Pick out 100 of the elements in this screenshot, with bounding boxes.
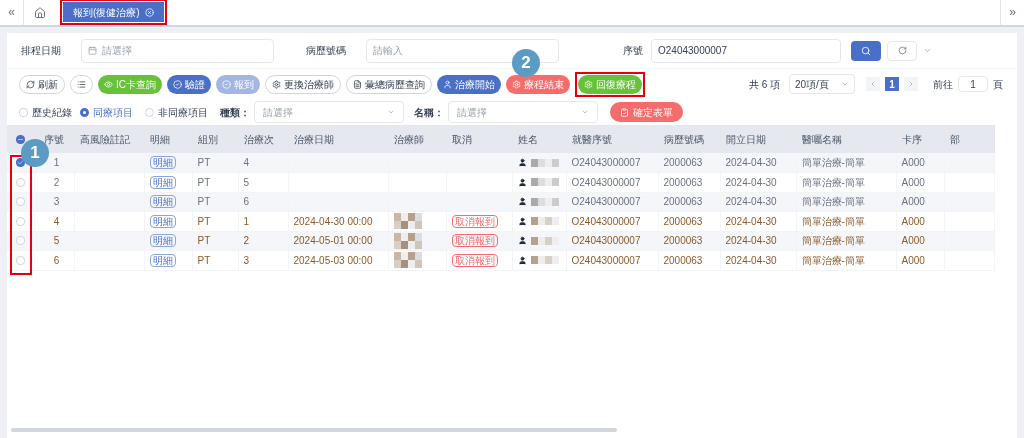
page-button[interactable]: 1 — [885, 77, 899, 91]
checkbox-label: 歷史紀錄 — [32, 105, 72, 120]
table-cell: 2000063 — [663, 196, 703, 208]
chevron-icon[interactable] — [923, 46, 932, 55]
column-header: 治療日期 — [293, 133, 334, 145]
table-cell: 2024-05-03 00:00 — [293, 254, 373, 266]
list-icon — [77, 79, 86, 89]
tab[interactable]: 報到(復健治療) — [63, 2, 164, 22]
search-button[interactable] — [851, 40, 881, 61]
table-cell: 5 — [243, 176, 250, 188]
column-header: 治療次 — [243, 133, 274, 145]
table-cell: 2024-04-30 — [725, 157, 777, 168]
table-cell: 3 — [243, 254, 250, 266]
collapse-button[interactable]: « — [0, 0, 24, 25]
calendar-icon — [88, 46, 97, 55]
cancel-checkin-button[interactable]: 取消報到 — [451, 214, 498, 228]
detail-button[interactable]: 明細 — [149, 253, 176, 267]
table-cell: PT — [197, 157, 211, 168]
table-cell: 2000063 — [663, 176, 703, 188]
table-cell: 簡單治療-簡單 — [801, 196, 865, 208]
blurred-name — [530, 178, 559, 187]
table-cell: 2000063 — [663, 254, 703, 266]
expand-button[interactable]: » — [1000, 0, 1024, 25]
toolbar-button[interactable]: 更換治療師 — [265, 74, 341, 94]
toolbar-button[interactable]: 刷新 — [19, 74, 65, 94]
table-cell: 2024-04-30 — [725, 215, 777, 227]
page-size-select[interactable]: 20項/頁 — [789, 74, 855, 94]
detail-button[interactable]: 明細 — [149, 195, 176, 209]
blurred-name — [530, 256, 559, 265]
refresh-icon — [897, 46, 907, 55]
radio-button[interactable] — [80, 107, 89, 117]
column-header: 治療師 — [393, 133, 424, 145]
gear-icon — [272, 79, 281, 89]
close-icon[interactable] — [144, 7, 154, 17]
table-cell: PT — [197, 176, 211, 188]
table-cell: O24043000007 — [571, 235, 641, 247]
page-input[interactable]: 1 — [958, 76, 988, 92]
table-cell: 2 — [53, 176, 60, 188]
radio-label: 同療項目 — [93, 105, 133, 120]
cancel-checkin-button[interactable]: 取消報到 — [451, 253, 498, 267]
clipboard-icon — [620, 107, 629, 117]
user-icon — [443, 79, 452, 89]
check-icon — [222, 79, 231, 89]
table-cell: 5 — [53, 235, 60, 247]
total-count: 共 6 項 — [748, 77, 780, 92]
toolbar-button[interactable]: 驗證 — [167, 74, 211, 94]
table-cell: 6 — [53, 254, 60, 266]
next-page-button[interactable] — [904, 77, 918, 91]
table-cell: 簡單治療-簡單 — [801, 254, 865, 266]
table-cell: 1 — [243, 215, 250, 227]
document-icon — [353, 79, 362, 89]
toolbar-button[interactable]: 彙總病歷查詢 — [346, 74, 432, 94]
table-cell: 2000063 — [663, 215, 703, 227]
detail-button[interactable]: 明細 — [149, 175, 176, 189]
table-cell: 3 — [53, 196, 60, 208]
field-label: 排程日期 — [21, 44, 62, 58]
field-label: 序號 — [622, 44, 644, 58]
table-cell: O24043000007 — [571, 215, 641, 227]
confirm-form-button[interactable]: 確定表單 — [610, 102, 683, 122]
table-cell: PT — [197, 254, 211, 266]
prev-page-button[interactable] — [866, 77, 880, 91]
type-select[interactable]: 請選擇 — [254, 101, 404, 123]
table-cell: 1 — [53, 157, 60, 168]
table-cell: 2 — [243, 235, 250, 247]
column-header: 明細 — [149, 133, 170, 145]
date-field[interactable]: 請選擇 — [81, 38, 274, 63]
table-cell: 4 — [53, 215, 60, 227]
name-select[interactable]: 請選擇 — [448, 101, 598, 123]
table-cell: O24043000007 — [571, 196, 641, 208]
column-header: 病歷號碼 — [663, 133, 704, 145]
table-cell: O24043000007 — [571, 157, 641, 168]
list-button[interactable] — [70, 74, 93, 94]
chevron-icon — [841, 80, 849, 88]
chevron-right-icon — [907, 80, 915, 88]
reset-button[interactable] — [887, 40, 917, 61]
column-header: 卡序 — [901, 133, 922, 145]
name-label: 名稱： — [414, 105, 444, 120]
input-field[interactable]: O24043000007 — [651, 38, 841, 63]
home-icon[interactable] — [34, 7, 46, 19]
checkbox[interactable] — [19, 107, 28, 117]
toolbar-button[interactable]: 治療開始 — [437, 74, 501, 94]
search-icon — [861, 45, 871, 56]
table-cell: PT — [197, 196, 211, 208]
blurred-name — [530, 158, 559, 167]
table-cell: A000 — [901, 157, 925, 168]
radio-label: 非同療項目 — [158, 105, 208, 120]
table-cell: A000 — [901, 176, 925, 188]
column-header: 就醫序號 — [571, 133, 612, 145]
detail-button[interactable]: 明細 — [149, 156, 176, 169]
blurred-name — [530, 236, 559, 245]
person-icon — [517, 177, 527, 187]
table-cell: A000 — [901, 254, 925, 266]
table-cell: 2024-04-30 00:00 — [293, 215, 373, 227]
table-cell: PT — [197, 235, 211, 247]
toolbar-button[interactable]: 療程結束 — [506, 74, 570, 94]
cancel-checkin-button[interactable]: 取消報到 — [451, 234, 498, 248]
detail-button[interactable]: 明細 — [149, 214, 176, 228]
select-all-checkbox[interactable] — [15, 134, 25, 144]
detail-button[interactable]: 明細 — [149, 234, 176, 248]
table-cell: 2024-04-30 — [725, 176, 777, 188]
